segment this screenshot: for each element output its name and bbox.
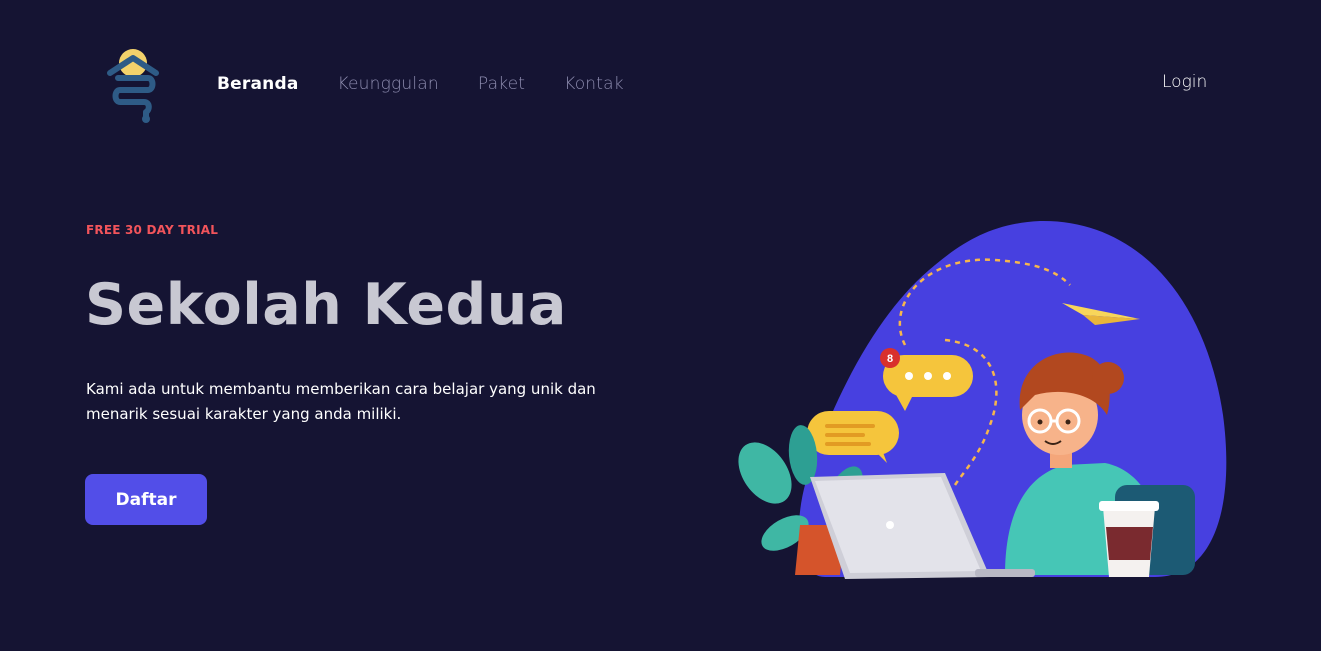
nav-item-beranda[interactable]: Beranda — [217, 74, 299, 94]
nav-item-paket[interactable]: Paket — [478, 74, 525, 94]
logo-icon — [107, 49, 159, 123]
hero-description: Kami ada untuk membantu memberikan cara … — [86, 380, 596, 423]
nav-item-keunggulan[interactable]: Keunggulan — [338, 74, 439, 94]
hero-title: Sekolah Kedua — [85, 272, 567, 338]
page: Beranda Keunggulan Paket Kontak Login FR… — [0, 0, 1321, 651]
trial-badge: FREE 30 DAY TRIAL — [86, 223, 219, 237]
nav-item-kontak[interactable]: Kontak — [564, 74, 624, 94]
notification-count: 8 — [887, 353, 893, 365]
logo[interactable] — [104, 46, 164, 126]
notification-badge: 8 — [880, 348, 900, 368]
login-link[interactable]: Login — [1162, 72, 1207, 92]
main-nav: Beranda Keunggulan Paket Kontak — [217, 72, 663, 96]
hero-illustration: 8 — [735, 215, 1235, 585]
daftar-button[interactable]: Daftar — [85, 474, 207, 525]
student-laptop-illustration: 8 — [738, 220, 1227, 579]
